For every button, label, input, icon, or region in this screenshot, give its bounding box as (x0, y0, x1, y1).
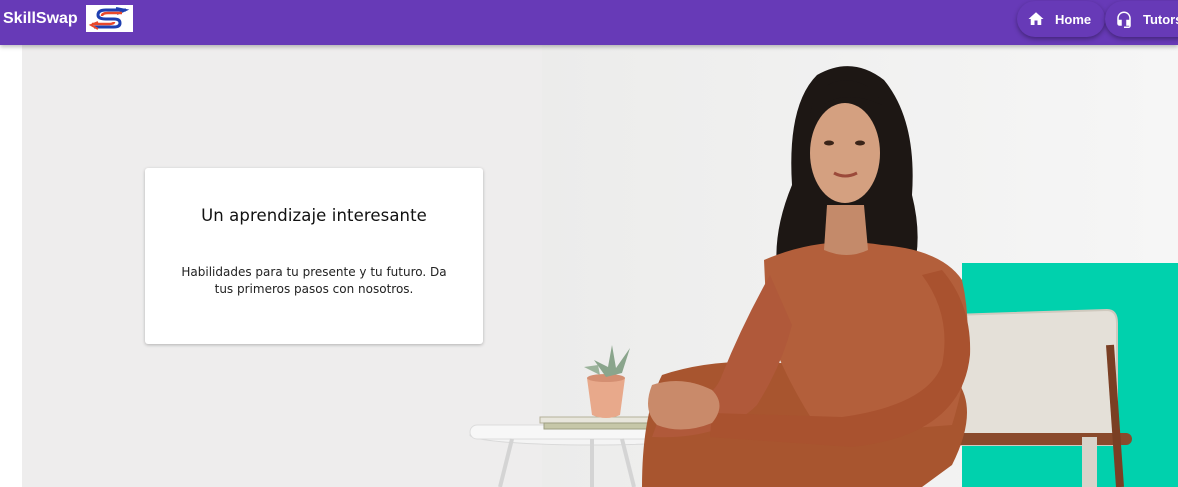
hero-banner: Un aprendizaje interesante Habilidades p… (22, 45, 1178, 487)
nav-home-label: Home (1055, 11, 1092, 27)
app-bar: SkillSwap Home Tutors (0, 0, 1178, 45)
nav-tutors-button[interactable]: Tutors (1105, 1, 1178, 37)
skillswap-logo-icon[interactable] (86, 5, 133, 32)
intro-card-description: Habilidades para tu presente y tu futuro… (181, 265, 447, 296)
brand-name[interactable]: SkillSwap (3, 10, 78, 28)
headset-icon (1117, 11, 1131, 28)
nav-tutors-label: Tutors (1143, 11, 1178, 27)
intro-card-title: Un aprendizaje interesante (201, 206, 427, 225)
nav-home-button[interactable]: Home (1017, 1, 1105, 37)
home-icon (1028, 12, 1044, 25)
intro-card: Un aprendizaje interesante Habilidades p… (145, 168, 483, 344)
